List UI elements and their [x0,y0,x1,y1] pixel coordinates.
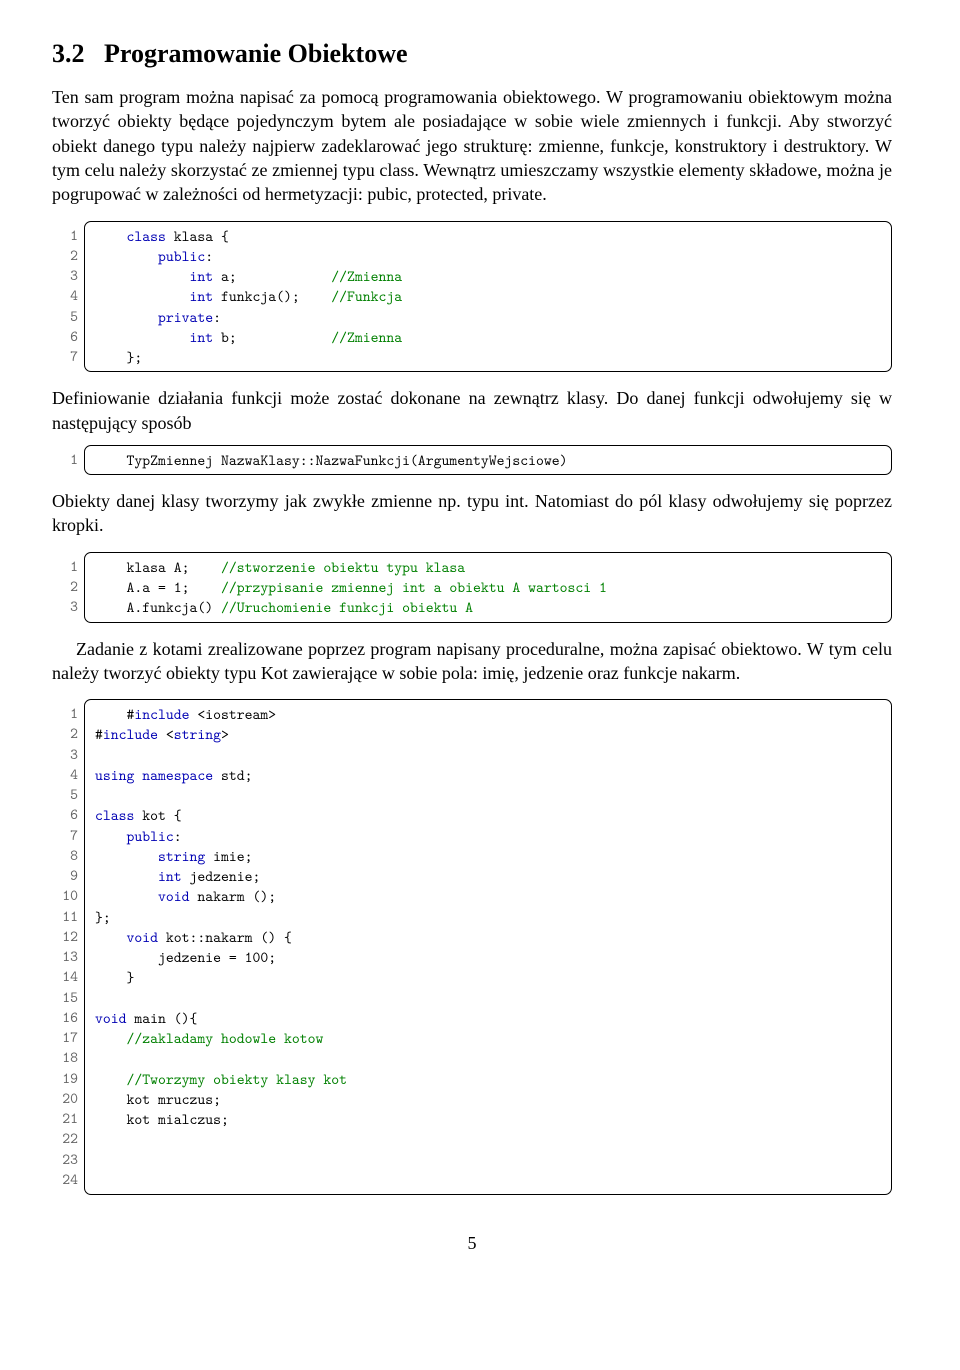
paragraph-3: Obiekty danej klasy tworzymy jak zwykłe … [52,489,892,538]
line-numbers: 1234567 [52,221,84,373]
code-listing-1: 1234567 class klasa { public: int a; //Z… [52,221,892,373]
code-listing-4: 123456789101112131415161718192021222324 … [52,699,892,1195]
code-block: klasa A; //stworzenie obiektu typu klasa… [84,552,892,623]
section-heading: 3.2 Programowanie Obiektowe [52,36,892,71]
line-numbers: 123 [52,552,84,623]
code-listing-2: 1 TypZmiennej NazwaKlasy::NazwaFunkcji(A… [52,445,892,475]
page-number: 5 [52,1231,892,1255]
paragraph-4: Zadanie z kotami zrealizowane poprzez pr… [52,637,892,686]
section-title: Programowanie Obiektowe [104,39,408,68]
code-block: TypZmiennej NazwaKlasy::NazwaFunkcji(Arg… [84,445,892,475]
section-number: 3.2 [52,39,85,68]
code-block: class klasa { public: int a; //Zmienna i… [84,221,892,373]
code-listing-3: 123 klasa A; //stworzenie obiektu typu k… [52,552,892,623]
line-numbers: 1 [52,445,84,475]
paragraph-2: Definiowanie działania funkcji może zost… [52,386,892,435]
code-block: #include <iostream> #include <string> us… [84,699,892,1195]
paragraph-1: Ten sam program można napisać za pomocą … [52,85,892,206]
line-numbers: 123456789101112131415161718192021222324 [52,699,84,1195]
